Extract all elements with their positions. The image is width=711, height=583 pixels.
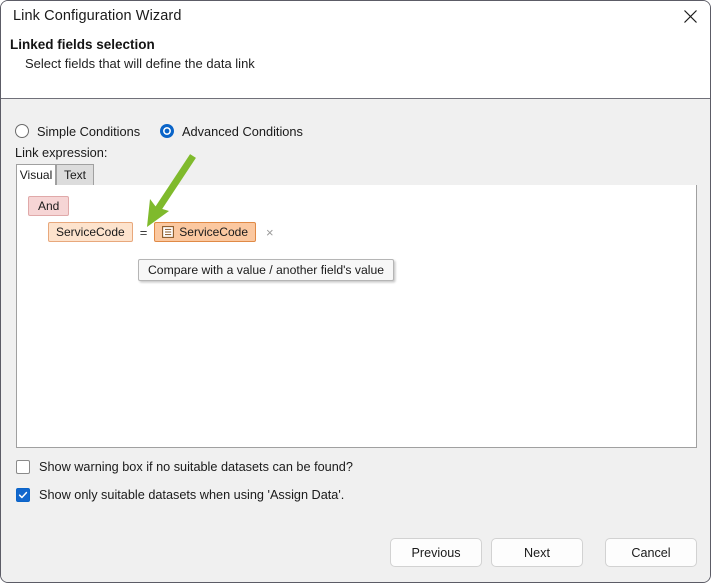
page-subtitle: Select fields that will define the data …	[25, 56, 255, 71]
remove-condition-icon[interactable]: ×	[266, 226, 274, 239]
logical-operator-chip[interactable]: And	[28, 196, 70, 216]
tab-text[interactable]: Text	[56, 164, 94, 186]
checkbox-show-only-suitable-datasets-label: Show only suitable datasets when using '…	[39, 488, 345, 502]
title-bar: Link Configuration Wizard Linked fields …	[1, 1, 710, 99]
window-title: Link Configuration Wizard	[13, 8, 182, 24]
page-title: Linked fields selection	[10, 37, 155, 52]
expression-tabstrip: Visual Text	[16, 164, 697, 186]
radio-simple-conditions-label: Simple Conditions	[37, 123, 141, 139]
radio-simple-conditions[interactable]: Simple Conditions	[15, 122, 140, 140]
close-icon	[683, 9, 698, 24]
radio-advanced-conditions[interactable]: Advanced Conditions	[160, 122, 303, 140]
next-button[interactable]: Next	[491, 538, 583, 567]
checkbox-checked-icon	[16, 488, 30, 502]
cancel-button[interactable]: Cancel	[605, 538, 697, 567]
tab-visual[interactable]: Visual	[16, 164, 56, 186]
previous-button[interactable]: Previous	[390, 538, 482, 567]
expression-panel[interactable]: And ServiceCode = ServiceCode ×	[16, 185, 697, 448]
tooltip-compare-hint: Compare with a value / another field's v…	[138, 259, 395, 281]
condition-row: ServiceCode = ServiceCode ×	[48, 221, 274, 243]
left-field-label: ServiceCode	[56, 225, 125, 239]
link-expression-label: Link expression:	[15, 145, 108, 160]
right-field-chip[interactable]: ServiceCode	[154, 222, 256, 242]
operator-equals[interactable]: =	[140, 225, 148, 240]
left-field-chip[interactable]: ServiceCode	[48, 222, 133, 242]
table-field-icon	[162, 226, 175, 238]
checkbox-unchecked-icon	[16, 460, 30, 474]
link-configuration-wizard-dialog: Link Configuration Wizard Linked fields …	[0, 0, 711, 583]
radio-checked-icon	[160, 124, 174, 138]
close-button[interactable]	[668, 1, 710, 32]
right-field-label: ServiceCode	[179, 225, 248, 239]
checkbox-show-warning-box[interactable]: Show warning box if no suitable datasets…	[16, 458, 353, 476]
radio-advanced-conditions-label: Advanced Conditions	[182, 123, 303, 139]
checkbox-show-warning-box-label: Show warning box if no suitable datasets…	[39, 460, 353, 474]
radio-unchecked-icon	[15, 124, 29, 138]
checkbox-show-only-suitable-datasets[interactable]: Show only suitable datasets when using '…	[16, 486, 344, 504]
